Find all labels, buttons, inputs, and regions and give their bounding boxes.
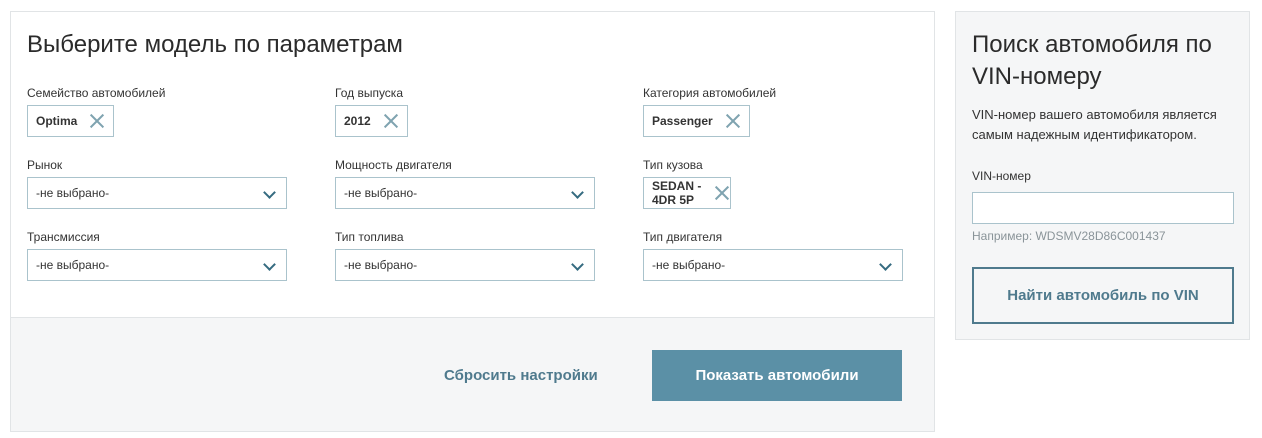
transmission-select[interactable]: -не выбрано- [27, 249, 287, 281]
body-chip: SEDAN - 4DR 5P [643, 177, 732, 209]
category-label: Категория автомобилей [643, 86, 777, 100]
action-footer: Сбросить настройки Показать автомобили [11, 317, 934, 431]
power-select-value: -не выбрано- [344, 186, 418, 200]
chevron-down-icon [571, 186, 584, 199]
engine-select-value: -не выбрано- [652, 258, 726, 272]
category-field: Категория автомобилей Passenger [643, 85, 777, 137]
vin-input[interactable] [972, 192, 1234, 224]
fuel-label: Тип топлива [335, 230, 404, 244]
engine-select[interactable]: -не выбрано- [643, 249, 903, 281]
engine-field: Тип двигателя -не выбрано- [643, 229, 903, 281]
category-chip-value: Passenger [652, 114, 713, 128]
power-field: Мощность двигателя -не выбрано- [335, 157, 595, 209]
transmission-select-value: -не выбрано- [36, 258, 110, 272]
fuel-select-value: -не выбрано- [344, 258, 418, 272]
family-field: Семейство автомобилей Optima [27, 85, 166, 137]
vin-search-panel: Поиск автомобиля по VIN-номеру VIN-номер… [955, 11, 1250, 340]
chevron-down-icon [263, 186, 276, 199]
chevron-down-icon [263, 258, 276, 271]
fuel-select[interactable]: -не выбрано- [335, 249, 595, 281]
vin-panel-title: Поиск автомобиля по VIN-номеру [972, 31, 1212, 90]
clear-family-icon[interactable] [89, 113, 105, 129]
power-label: Мощность двигателя [335, 158, 452, 172]
year-field: Год выпуска 2012 [335, 85, 408, 137]
category-chip: Passenger [643, 105, 750, 137]
transmission-label: Трансмиссия [27, 230, 100, 244]
show-cars-button[interactable]: Показать автомобили [652, 350, 902, 401]
parameter-search-panel: Выберите модель по параметрам Семейство … [10, 11, 935, 432]
vin-description: VIN-номер вашего автомобиля является сам… [972, 107, 1217, 142]
market-select-value: -не выбрано- [36, 186, 110, 200]
clear-year-icon[interactable] [383, 113, 399, 129]
year-chip-value: 2012 [344, 114, 371, 128]
clear-category-icon[interactable] [725, 113, 741, 129]
family-label: Семейство автомобилей [27, 86, 166, 100]
market-field: Рынок -не выбрано- [27, 157, 287, 209]
vin-example-hint: Например: WDSMV28D86C001437 [972, 229, 1166, 243]
transmission-field: Трансмиссия -не выбрано- [27, 229, 287, 281]
family-chip: Optima [27, 105, 115, 137]
page-title: Выберите модель по параметрам [27, 31, 403, 58]
market-label: Рынок [27, 158, 63, 172]
power-select[interactable]: -не выбрано- [335, 177, 595, 209]
reset-settings-link[interactable]: Сбросить настройки [444, 367, 598, 384]
year-label: Год выпуска [335, 86, 403, 100]
market-select[interactable]: -не выбрано- [27, 177, 287, 209]
family-chip-value: Optima [36, 114, 78, 128]
fuel-field: Тип топлива -не выбрано- [335, 229, 595, 281]
chevron-down-icon [879, 258, 892, 271]
find-by-vin-button[interactable]: Найти автомобиль по VIN [972, 267, 1234, 324]
body-field: Тип кузова SEDAN - 4DR 5P [643, 157, 732, 209]
vin-field-label: VIN-номер [972, 169, 1031, 183]
body-label: Тип кузова [643, 158, 703, 172]
year-chip: 2012 [335, 105, 408, 137]
chevron-down-icon [571, 258, 584, 271]
engine-label: Тип двигателя [643, 230, 723, 244]
clear-body-icon[interactable] [714, 185, 722, 201]
body-chip-value: SEDAN - 4DR 5P [652, 179, 702, 207]
